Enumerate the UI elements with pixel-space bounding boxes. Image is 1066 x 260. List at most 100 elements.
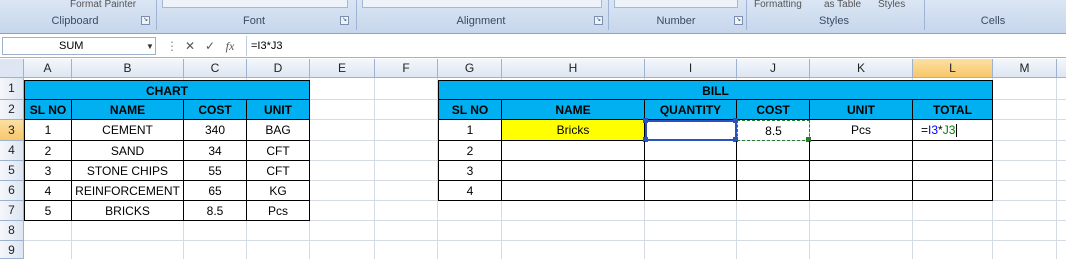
table-cell[interactable]: CFT xyxy=(247,161,310,181)
formula-bar-grip-icon: ⋮ xyxy=(166,39,178,53)
table-cell[interactable]: 34 xyxy=(184,141,247,161)
column-header-l[interactable]: L xyxy=(913,59,993,78)
table-cell[interactable]: 3 xyxy=(438,161,502,181)
table-cell[interactable] xyxy=(737,161,810,181)
selection-handle[interactable] xyxy=(643,118,648,123)
row-header-4[interactable]: 4 xyxy=(0,141,24,161)
table-cell[interactable] xyxy=(913,141,993,161)
chart-header-cost: COST xyxy=(184,100,247,120)
table-cell[interactable] xyxy=(913,161,993,181)
table-cell[interactable]: 4 xyxy=(438,181,502,201)
bill-header-cost: COST xyxy=(737,100,810,120)
chart-title: CHART xyxy=(24,80,310,100)
row-header-5[interactable]: 5 xyxy=(0,161,24,181)
table-cell[interactable]: 4 xyxy=(24,181,72,201)
selection-handle[interactable] xyxy=(733,118,738,123)
format-painter-button[interactable]: Format Painter xyxy=(70,0,160,11)
table-cell[interactable] xyxy=(737,141,810,161)
column-header-j[interactable]: J xyxy=(737,59,810,78)
enter-icon[interactable]: ✓ xyxy=(202,38,218,54)
column-header-k[interactable]: K xyxy=(810,59,913,78)
column-header-n[interactable] xyxy=(1057,59,1066,78)
column-header-h[interactable]: H xyxy=(502,59,645,78)
table-cell[interactable]: CEMENT xyxy=(72,120,184,141)
insert-function-icon[interactable]: fx xyxy=(222,38,238,54)
row-header-3[interactable]: 3 xyxy=(0,120,24,141)
table-cell[interactable]: 55 xyxy=(184,161,247,181)
alignment-controls[interactable] xyxy=(362,0,602,8)
column-header-d[interactable]: D xyxy=(247,59,310,78)
column-header-e[interactable]: E xyxy=(310,59,375,78)
row-header-9[interactable]: 9 xyxy=(0,241,24,259)
table-cell[interactable]: Bricks xyxy=(502,120,645,141)
number-launcher-icon[interactable]: ↘ xyxy=(734,16,743,25)
column-header-g[interactable]: G xyxy=(438,59,502,78)
cells-group-label: Cells xyxy=(980,15,1006,27)
table-cell[interactable] xyxy=(502,181,645,201)
formula-ref-i3: I3 xyxy=(928,123,939,137)
table-cell[interactable] xyxy=(645,181,737,201)
table-cell[interactable] xyxy=(810,141,913,161)
conditional-formatting-button[interactable]: Formatting xyxy=(754,0,814,11)
table-cell[interactable]: STONE CHIPS xyxy=(72,161,184,181)
row-header-6[interactable]: 6 xyxy=(0,181,24,201)
table-cell[interactable]: Pcs xyxy=(810,120,913,141)
table-cell[interactable]: 2 xyxy=(438,141,502,161)
table-cell[interactable]: 65 xyxy=(184,181,247,201)
cost-reference-cell[interactable]: 8.5 xyxy=(737,120,810,141)
table-cell[interactable] xyxy=(913,181,993,201)
table-cell[interactable]: BAG xyxy=(247,120,310,141)
table-cell[interactable] xyxy=(502,141,645,161)
row-header-8[interactable]: 8 xyxy=(0,221,24,241)
row-header-2[interactable]: 2 xyxy=(0,100,24,120)
editing-formula-cell[interactable]: =I3*J3 xyxy=(913,120,993,141)
alignment-launcher-icon[interactable]: ↘ xyxy=(594,16,603,25)
column-header-c[interactable]: C xyxy=(184,59,247,78)
table-cell[interactable] xyxy=(737,181,810,201)
table-cell[interactable] xyxy=(645,161,737,181)
column-header-i[interactable]: I xyxy=(645,59,737,78)
clipboard-launcher-icon[interactable]: ↘ xyxy=(141,16,150,25)
bill-title: BILL xyxy=(438,80,993,100)
cell-styles-button[interactable]: Styles xyxy=(878,0,918,11)
table-cell[interactable]: 8.5 xyxy=(184,201,247,221)
format-as-table-button[interactable]: as Table xyxy=(824,0,874,11)
name-box[interactable]: SUM xyxy=(2,37,156,55)
column-header-f[interactable]: F xyxy=(375,59,438,78)
column-header-b[interactable]: B xyxy=(72,59,184,78)
gridline xyxy=(374,78,375,259)
table-cell[interactable]: SAND xyxy=(72,141,184,161)
select-all-corner[interactable] xyxy=(0,59,24,78)
font-launcher-icon[interactable]: ↘ xyxy=(340,16,349,25)
row-header-7[interactable]: 7 xyxy=(0,201,24,221)
row-header-1[interactable]: 1 xyxy=(0,78,24,100)
gridline xyxy=(24,240,1066,241)
bill-header-unit: UNIT xyxy=(810,100,913,120)
table-cell[interactable] xyxy=(502,161,645,181)
table-cell[interactable]: BRICKS xyxy=(72,201,184,221)
bill-header-name: NAME xyxy=(502,100,645,120)
table-cell[interactable]: 340 xyxy=(184,120,247,141)
clipboard-group-label: Clipboard xyxy=(51,15,99,27)
table-cell[interactable]: 2 xyxy=(24,141,72,161)
alignment-group-label: Alignment xyxy=(456,15,506,27)
table-cell[interactable]: CFT xyxy=(247,141,310,161)
table-cell[interactable]: 1 xyxy=(24,120,72,141)
number-controls[interactable] xyxy=(614,0,738,8)
table-cell[interactable]: 1 xyxy=(438,120,502,141)
table-cell[interactable] xyxy=(645,141,737,161)
formula-input[interactable]: =I3*J3 xyxy=(246,36,1064,56)
chevron-down-icon[interactable]: ▼ xyxy=(146,42,154,51)
table-cell[interactable] xyxy=(810,181,913,201)
table-cell[interactable]: 3 xyxy=(24,161,72,181)
column-header-a[interactable]: A xyxy=(24,59,72,78)
table-cell[interactable]: REINFORCEMENT xyxy=(72,181,184,201)
cancel-icon[interactable]: ✕ xyxy=(182,38,198,54)
table-cell[interactable]: KG xyxy=(247,181,310,201)
column-header-m[interactable]: M xyxy=(993,59,1057,78)
table-cell[interactable]: 5 xyxy=(24,201,72,221)
table-cell[interactable]: Pcs xyxy=(247,201,310,221)
table-cell[interactable] xyxy=(810,161,913,181)
font-controls[interactable] xyxy=(162,0,348,8)
quantity-reference-cell[interactable] xyxy=(645,120,737,141)
